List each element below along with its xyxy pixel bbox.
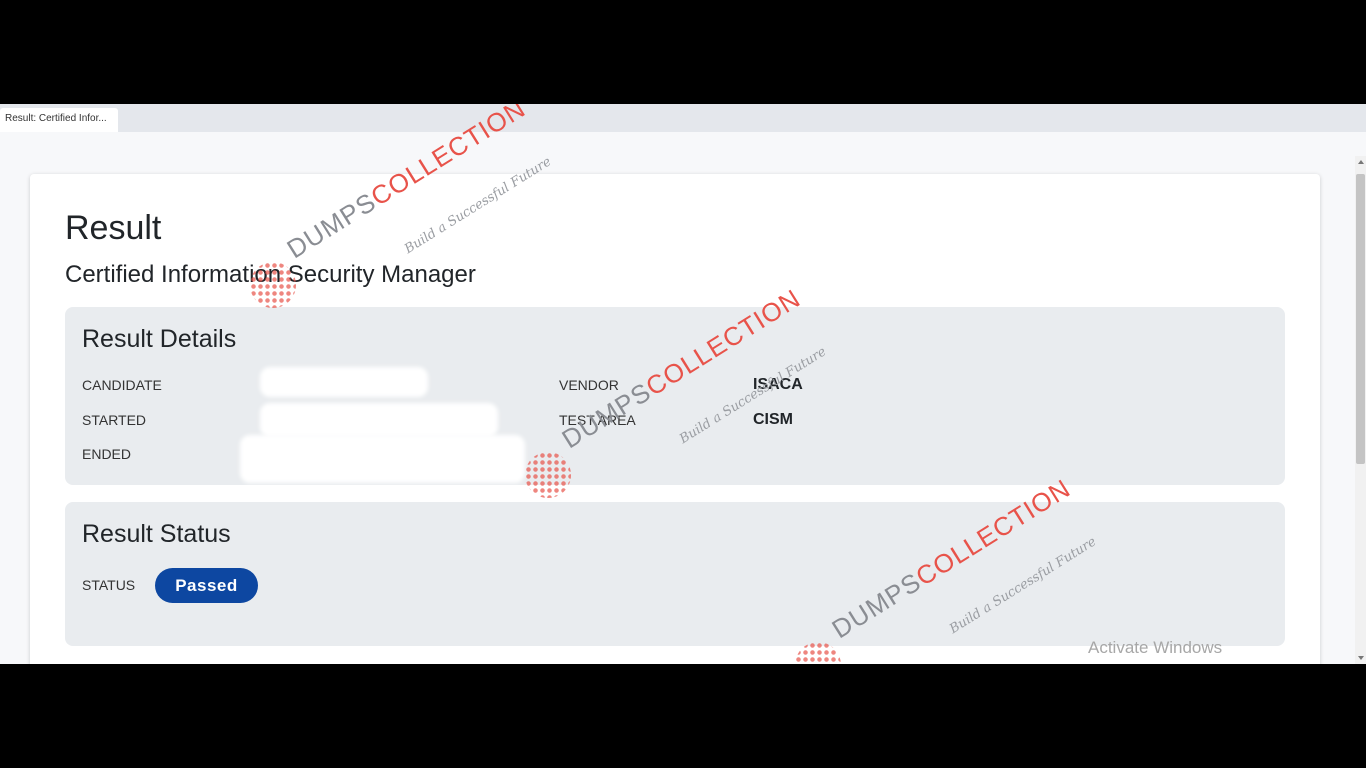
browser-tab-title: Result: Certified Infor... — [5, 113, 107, 124]
started-label: STARTED — [82, 412, 147, 428]
candidate-label: CANDIDATE — [82, 377, 162, 393]
scroll-up-arrow-icon[interactable] — [1358, 160, 1364, 164]
test-area-value: CISM — [753, 411, 793, 428]
scrollbar-thumb[interactable] — [1356, 174, 1365, 464]
browser-tab-bar: Result: Certified Infor... — [0, 104, 1366, 132]
result-card: Result Certified Information Security Ma… — [30, 174, 1320, 664]
status-badge: Passed — [155, 568, 258, 603]
result-status-panel: Result Status STATUS Passed — [65, 502, 1285, 646]
scroll-down-arrow-icon[interactable] — [1358, 656, 1364, 660]
browser-viewport: Result: Certified Infor... Result Certif… — [0, 104, 1366, 664]
vendor-label: VENDOR — [559, 377, 619, 393]
vendor-value: ISACA — [753, 376, 803, 393]
ended-value-redacted — [240, 435, 525, 483]
result-details-panel: Result Details CANDIDATE STARTED ENDED V… — [65, 307, 1285, 485]
exam-name: Certified Information Security Manager — [65, 261, 476, 288]
candidate-value-redacted — [260, 367, 428, 397]
ended-label: ENDED — [82, 446, 132, 462]
page-title: Result — [65, 209, 162, 247]
result-details-heading: Result Details — [82, 325, 237, 353]
status-label: STATUS — [82, 577, 136, 593]
test-area-label: TEST AREA — [559, 412, 636, 428]
result-status-heading: Result Status — [82, 520, 231, 548]
activate-windows-overlay: Activate Windows — [1088, 638, 1223, 657]
browser-tab[interactable]: Result: Certified Infor... — [0, 108, 118, 132]
started-value-redacted — [260, 403, 498, 437]
